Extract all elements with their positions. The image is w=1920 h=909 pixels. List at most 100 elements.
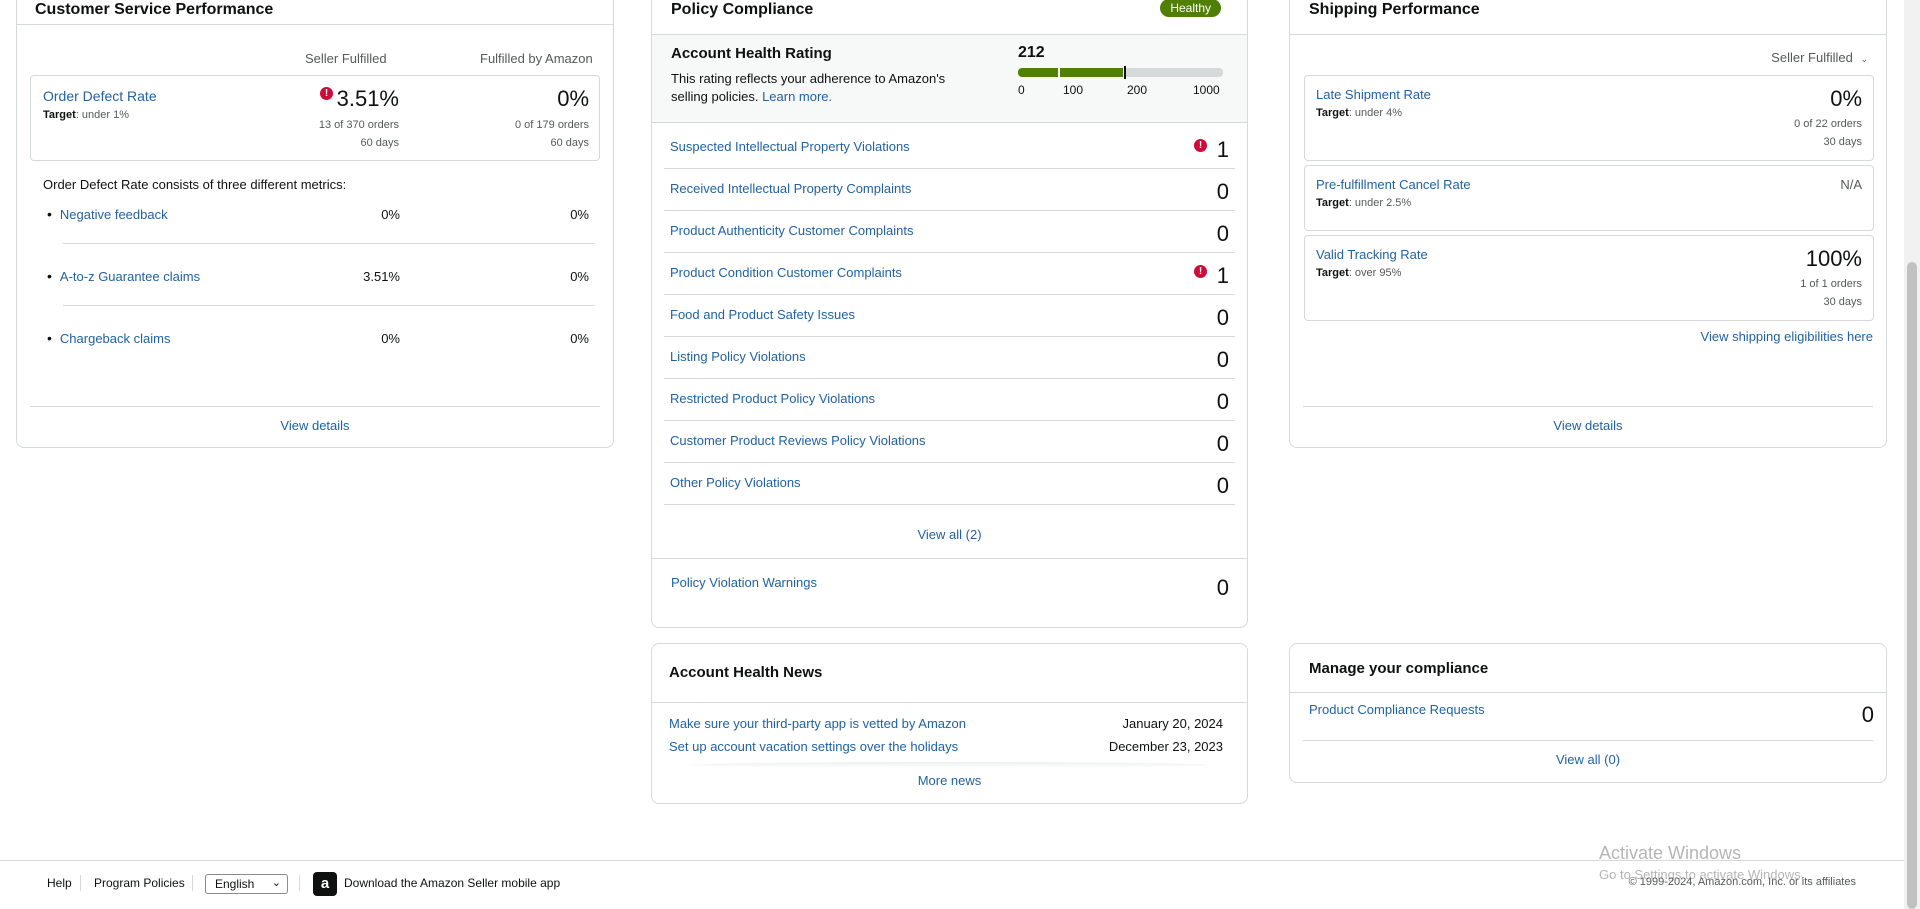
order-defect-rate-box: Order Defect Rate Target: under 1% ! 3.5… [30, 75, 600, 161]
other-policy-link[interactable]: Other Policy Violations [670, 475, 801, 490]
account-health-rating-panel: Account Health Rating This rating reflec… [652, 35, 1247, 123]
ahr-score: 212 [1018, 44, 1045, 61]
late-target: Target: under 4% [1316, 107, 1403, 119]
metric-chargeback: Chargeback claims [47, 330, 171, 346]
healthy-badge: Healthy [1160, 0, 1221, 17]
news-item-link[interactable]: Set up account vacation settings over th… [669, 739, 958, 754]
product-compliance-requests-link[interactable]: Product Compliance Requests [1309, 702, 1485, 717]
valid-tracking-link[interactable]: Valid Tracking Rate [1316, 247, 1428, 262]
metric-a-to-z: A-to-z Guarantee claims [47, 268, 200, 284]
odr-sf-orders: 13 of 370 orders [318, 119, 399, 131]
policy-row: Food and Product Safety Issues 0 [664, 295, 1235, 337]
activate-windows-watermark: Activate Windows [1599, 843, 1742, 863]
tracking-orders: 1 of 1 orders [1800, 278, 1862, 290]
customer-service-performance-card: Customer Service Performance Seller Fulf… [16, 0, 614, 448]
order-defect-rate-link[interactable]: Order Defect Rate [43, 88, 157, 104]
odr-target: Target: under 1% [43, 109, 130, 121]
late-days: 30 days [1823, 136, 1862, 148]
policy-row: Other Policy Violations 0 [664, 463, 1235, 505]
col-fulfilled-by-amazon: Fulfilled by Amazon [480, 51, 593, 66]
pc-title: Policy Compliance [671, 1, 814, 18]
odr-fba-days: 60 days [550, 137, 589, 149]
a-to-z-sf: 3.51% [363, 269, 400, 284]
ahr-score-bar [1018, 66, 1223, 79]
odr-sf-days: 60 days [360, 137, 399, 149]
product-condition-link[interactable]: Product Condition Customer Complaints [670, 265, 902, 280]
suspected-ip-violations-link[interactable]: Suspected Intellectual Property Violatio… [670, 139, 910, 154]
policy-row: Suspected Intellectual Property Violatio… [664, 127, 1235, 169]
scale-200: 200 [1127, 83, 1148, 97]
news-item-date: December 23, 2023 [1108, 739, 1223, 754]
mc-view-all-link[interactable]: View all (0) [1290, 752, 1886, 767]
sp-view-details-link[interactable]: View details [1290, 418, 1886, 433]
odr-consists-text: Order Defect Rate consists of three diff… [43, 177, 347, 192]
negative-feedback-fba: 0% [570, 207, 589, 222]
shipping-performance-card: Shipping Performance Seller Fulfilled ⌄ … [1289, 0, 1887, 448]
news-item-link[interactable]: Make sure your third-party app is vetted… [669, 716, 966, 731]
listing-policy-link[interactable]: Listing Policy Violations [670, 349, 806, 364]
shipping-eligibilities-link[interactable]: View shipping eligibilities here [1701, 329, 1873, 344]
ahr-description: This rating reflects your adherence to A… [671, 71, 946, 104]
learn-more-link[interactable]: Learn more. [762, 89, 832, 104]
scrollbar-track[interactable] [1904, 0, 1920, 909]
chargeback-fba: 0% [570, 331, 589, 346]
amazon-app-icon: a [313, 872, 337, 896]
chargeback-claims-link[interactable]: Chargeback claims [60, 331, 171, 346]
news-item-date: January 20, 2024 [1122, 716, 1223, 731]
policy-row: Restricted Product Policy Violations 0 [664, 379, 1235, 421]
late-value: 0% [1830, 86, 1862, 111]
download-app-link[interactable]: Download the Amazon Seller mobile app [344, 876, 560, 890]
cancel-target: Target: under 2.5% [1316, 197, 1412, 209]
cancel-rate-link[interactable]: Pre-fulfillment Cancel Rate [1316, 177, 1471, 192]
language-select[interactable]: English ⌄ [205, 874, 288, 894]
restricted-product-link[interactable]: Restricted Product Policy Violations [670, 391, 875, 406]
negative-feedback-link[interactable]: Negative feedback [60, 207, 168, 222]
col-seller-fulfilled: Seller Fulfilled [305, 51, 387, 66]
metric-negative-feedback: Negative feedback [47, 206, 168, 222]
chevron-down-icon: ⌄ [1860, 54, 1868, 64]
cancel-rate-box: Pre-fulfillment Cancel Rate Target: unde… [1304, 165, 1874, 231]
policy-row: Customer Product Reviews Policy Violatio… [664, 421, 1235, 463]
footer-help-link[interactable]: Help [47, 876, 72, 890]
late-shipment-link[interactable]: Late Shipment Rate [1316, 87, 1431, 102]
product-authenticity-link[interactable]: Product Authenticity Customer Complaints [670, 223, 914, 238]
policy-warnings-link[interactable]: Policy Violation Warnings [671, 575, 817, 590]
mc-title: Manage your compliance [1309, 660, 1489, 677]
odr-fba-value: 0% [557, 86, 589, 111]
odr-fba-orders: 0 of 179 orders [515, 119, 589, 131]
odr-sf-value: 3.51% [336, 86, 399, 111]
scrollbar-thumb[interactable] [1907, 262, 1917, 909]
chargeback-sf: 0% [381, 331, 400, 346]
negative-feedback-sf: 0% [381, 207, 400, 222]
account-health-news-card: Account Health News Make sure your third… [651, 643, 1248, 804]
more-news-link[interactable]: More news [652, 773, 1247, 788]
sp-filter-dropdown[interactable]: Seller Fulfilled ⌄ [1771, 50, 1868, 65]
late-shipment-box: Late Shipment Rate Target: under 4% 0% 0… [1304, 75, 1874, 161]
received-ip-complaints-link[interactable]: Received Intellectual Property Complaint… [670, 181, 911, 196]
ahr-title: Account Health Rating [671, 45, 832, 62]
food-safety-link[interactable]: Food and Product Safety Issues [670, 307, 855, 322]
manage-compliance-card: Manage your compliance Product Complianc… [1289, 643, 1887, 783]
tracking-value: 100% [1805, 246, 1862, 271]
scale-100: 100 [1063, 83, 1084, 97]
reviews-policy-link[interactable]: Customer Product Reviews Policy Violatio… [670, 433, 926, 448]
sp-title: Shipping Performance [1309, 1, 1480, 18]
policy-row: Received Intellectual Property Complaint… [664, 169, 1235, 211]
late-orders: 0 of 22 orders [1794, 118, 1862, 130]
footer-program-policies-link[interactable]: Program Policies [94, 876, 185, 890]
policy-row: Product Condition Customer Complaints! 1 [664, 253, 1235, 295]
tracking-days: 30 days [1823, 296, 1862, 308]
a-to-z-fba: 0% [570, 269, 589, 284]
alert-icon: ! [1194, 265, 1207, 278]
scale-0: 0 [1018, 83, 1025, 97]
news-title: Account Health News [669, 664, 823, 681]
pc-view-all-link[interactable]: View all (2) [652, 527, 1247, 542]
tracking-target: Target: over 95% [1316, 267, 1402, 279]
alert-icon: ! [1194, 139, 1207, 152]
policy-row: Listing Policy Violations 0 [664, 337, 1235, 379]
alert-icon: ! [320, 87, 333, 100]
cancel-value: N/A [1840, 177, 1862, 192]
chevron-down-icon: ⌄ [271, 877, 281, 889]
a-to-z-claims-link[interactable]: A-to-z Guarantee claims [60, 269, 200, 284]
csp-view-details-link[interactable]: View details [17, 418, 613, 433]
